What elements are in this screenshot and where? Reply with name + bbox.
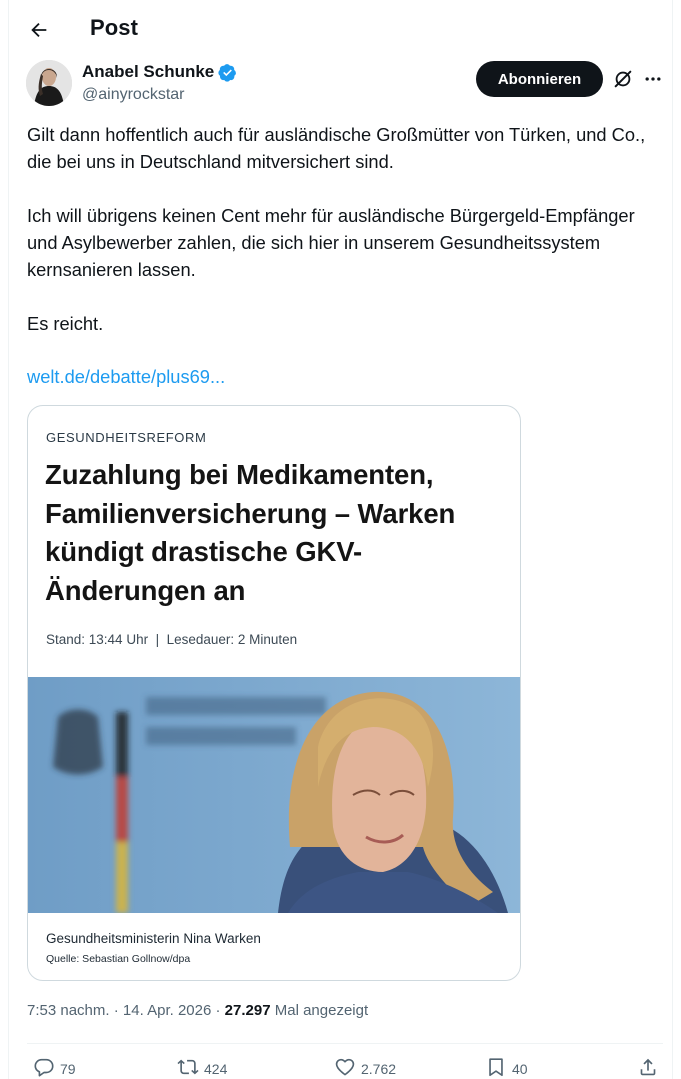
author-name-text: Anabel Schunke — [82, 62, 215, 81]
tweet-paragraph: Ich will übrigens keinen Cent mehr für a… — [27, 205, 635, 280]
repost-button[interactable]: 424 — [177, 1056, 227, 1079]
repost-icon — [177, 1056, 199, 1079]
share-icon — [637, 1056, 659, 1079]
post-date[interactable]: 14. Apr. 2026 — [123, 1002, 211, 1019]
avatar[interactable] — [26, 60, 72, 106]
page-title: Post — [90, 15, 139, 40]
tweet-paragraph: Es reicht. — [27, 313, 104, 334]
view-count-label: Mal angezeigt — [274, 1002, 369, 1019]
share-button[interactable] — [637, 1056, 659, 1079]
bookmark-count: 40 — [512, 1060, 528, 1077]
heart-icon — [334, 1056, 356, 1079]
verified-badge-icon[interactable] — [218, 63, 237, 82]
author-handle[interactable]: @ainyrockstar — [82, 86, 185, 104]
post-meta: 7:53 nachm. · 14. Apr. 2026 · 27.297 Mal… — [27, 1002, 368, 1019]
divider — [27, 1043, 663, 1044]
card-caption: Gesundheitsministerin Nina Warken — [46, 931, 261, 946]
like-count: 2.762 — [361, 1060, 397, 1077]
link-preview-card[interactable]: GESUNDHEITSREFORM Zuzahlung bei Medikame… — [27, 405, 521, 981]
reply-icon — [33, 1056, 55, 1079]
view-count: 27.297 — [224, 1002, 271, 1019]
card-kicker: GESUNDHEITSREFORM — [46, 430, 207, 445]
repost-count: 424 — [204, 1060, 228, 1077]
top-bar: Post — [0, 0, 681, 58]
author-name[interactable]: Anabel Schunke — [82, 62, 237, 82]
tweet-paragraph: Gilt dann hoffentlich auch für ausländis… — [27, 124, 646, 172]
card-image — [28, 677, 520, 913]
reply-button[interactable]: 79 — [33, 1056, 76, 1079]
grok-icon[interactable] — [612, 68, 634, 90]
reply-count: 79 — [60, 1060, 76, 1077]
card-source: Quelle: Sebastian Gollnow/dpa — [46, 953, 191, 965]
card-meta: Stand: 13:44 Uhr | Lesedauer: 2 Minuten — [46, 632, 298, 647]
more-dots-icon[interactable] — [642, 68, 664, 90]
meta-dot: · — [113, 1002, 119, 1019]
tweet-link[interactable]: welt.de/debatte/plus69... — [27, 366, 225, 388]
left-border — [8, 0, 9, 1079]
card-headline: Zuzahlung bei Medikamenten, Familienvers… — [45, 459, 456, 606]
tweet-text: Gilt dann hoffentlich auch für ausländis… — [27, 121, 667, 337]
meta-dot: · — [215, 1002, 221, 1019]
right-border — [672, 0, 673, 1079]
post-time[interactable]: 7:53 nachm. — [27, 1002, 110, 1019]
follow-button[interactable]: Abonnieren — [476, 61, 603, 97]
bookmark-button[interactable]: 40 — [485, 1056, 528, 1079]
bookmark-icon — [485, 1056, 507, 1079]
like-button[interactable]: 2.762 — [334, 1056, 396, 1079]
arrow-left-icon[interactable] — [26, 17, 52, 43]
action-bar: 79 424 2.762 40 — [27, 1056, 663, 1079]
